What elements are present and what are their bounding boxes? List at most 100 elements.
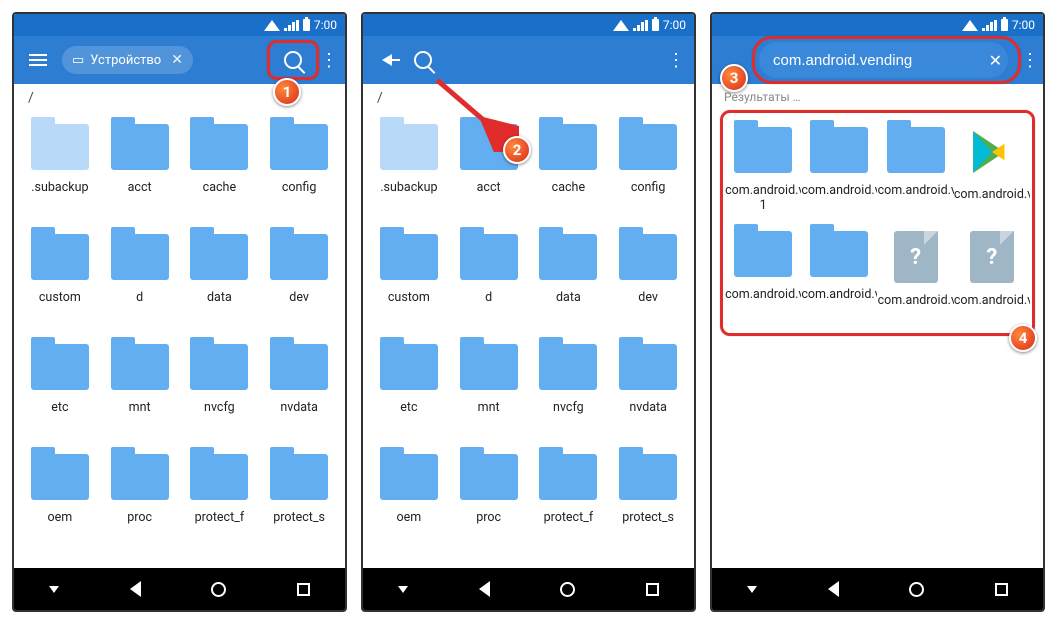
- folder-item[interactable]: mnt: [449, 336, 529, 446]
- folder-icon: [270, 454, 328, 500]
- breadcrumb[interactable]: /: [363, 84, 694, 112]
- folder-grid: .subackupacctcacheconfigcustomddatadevet…: [363, 112, 694, 568]
- folder-item[interactable]: protect_f: [529, 446, 609, 556]
- folder-icon: [887, 127, 945, 173]
- folder-item[interactable]: custom: [369, 226, 449, 336]
- folder-icon: [111, 124, 169, 170]
- folder-item[interactable]: etc: [20, 336, 100, 446]
- search-button[interactable]: [267, 40, 319, 80]
- folder-label: proc: [476, 510, 501, 525]
- folder-icon: [31, 234, 89, 280]
- folder-item[interactable]: data: [529, 226, 609, 336]
- folder-item[interactable]: nvdata: [259, 336, 339, 446]
- folder-item[interactable]: oem: [369, 446, 449, 556]
- folder-item[interactable]: protect_f: [180, 446, 260, 556]
- chip-close-icon[interactable]: ✕: [167, 52, 187, 68]
- folder-item[interactable]: d: [100, 226, 180, 336]
- folder-item[interactable]: dev: [259, 226, 339, 336]
- folder-icon: [619, 234, 677, 280]
- overflow-button[interactable]: ⋮: [664, 42, 688, 78]
- status-bar: 7:00: [14, 14, 345, 36]
- nav-back-icon[interactable]: [479, 581, 490, 597]
- nav-back-icon[interactable]: [130, 581, 141, 597]
- nav-back-icon[interactable]: [828, 581, 839, 597]
- folder-label: nvdata: [280, 400, 318, 415]
- location-chip[interactable]: ▭ Устройство ✕: [62, 46, 193, 74]
- overflow-button[interactable]: ⋮: [319, 42, 339, 78]
- folder-icon: [111, 454, 169, 500]
- folder-item[interactable]: protect_s: [608, 446, 688, 556]
- folder-item[interactable]: data: [180, 226, 260, 336]
- clear-search-icon[interactable]: ✕: [989, 51, 1002, 70]
- folder-item[interactable]: nvcfg: [529, 336, 609, 446]
- result-item[interactable]: com.android.vending: [801, 119, 877, 223]
- nav-recent-icon[interactable]: [297, 583, 310, 596]
- folder-item[interactable]: custom: [20, 226, 100, 336]
- folder-item[interactable]: etc: [369, 336, 449, 446]
- folder-icon: [734, 127, 792, 173]
- result-item[interactable]: ?com.android.vending_: [954, 223, 1030, 327]
- result-item[interactable]: com.android.vending.p: [954, 119, 1030, 223]
- folder-item[interactable]: proc: [449, 446, 529, 556]
- folder-label: protect_f: [195, 510, 245, 525]
- folder-label: etc: [400, 400, 417, 415]
- nav-recent-icon[interactable]: [646, 583, 659, 596]
- folder-icon: [460, 344, 518, 390]
- folder-item[interactable]: dev: [608, 226, 688, 336]
- search-input[interactable]: [759, 42, 1008, 78]
- nav-home-icon[interactable]: [211, 582, 226, 597]
- menu-button[interactable]: [20, 42, 56, 78]
- folder-icon: [734, 231, 792, 277]
- folder-icon: [31, 454, 89, 500]
- folder-icon: [619, 454, 677, 500]
- folder-icon: [31, 124, 89, 170]
- folder-icon: [190, 234, 248, 280]
- search-icon: [414, 51, 432, 69]
- result-item[interactable]: ?com.android.vending_: [878, 223, 954, 327]
- folder-item[interactable]: proc: [100, 446, 180, 556]
- folder-icon: [380, 454, 438, 500]
- folder-label: cache: [552, 180, 585, 195]
- folder-item[interactable]: config: [608, 116, 688, 226]
- nav-dropdown-icon[interactable]: [747, 586, 757, 593]
- nav-dropdown-icon[interactable]: [398, 586, 408, 593]
- nav-home-icon[interactable]: [560, 582, 575, 597]
- folder-label: dev: [289, 290, 309, 305]
- nav-home-icon[interactable]: [909, 582, 924, 597]
- folder-item[interactable]: oem: [20, 446, 100, 556]
- folder-label: .subackup: [31, 180, 88, 195]
- folder-item[interactable]: cache: [180, 116, 260, 226]
- back-button[interactable]: [369, 42, 405, 78]
- folder-item[interactable]: d: [449, 226, 529, 336]
- battery-icon: [1001, 19, 1008, 31]
- folder-item[interactable]: nvdata: [608, 336, 688, 446]
- folder-label: nvcfg: [553, 400, 584, 415]
- result-label: com.android.vending: [801, 183, 877, 198]
- folder-label: custom: [39, 290, 81, 305]
- unknown-file-icon: ?: [970, 231, 1014, 283]
- app-bar: ⋮: [363, 36, 694, 84]
- folder-icon: [270, 344, 328, 390]
- folder-item[interactable]: config: [259, 116, 339, 226]
- folder-item[interactable]: protect_s: [259, 446, 339, 556]
- result-item[interactable]: com.android.vending: [801, 223, 877, 327]
- folder-item[interactable]: .subackup: [20, 116, 100, 226]
- nav-recent-icon[interactable]: [995, 583, 1008, 596]
- result-item[interactable]: com.android.vending: [878, 119, 954, 223]
- folder-item[interactable]: acct: [100, 116, 180, 226]
- search-icon: [284, 51, 302, 69]
- folder-icon: [810, 127, 868, 173]
- kebab-icon: ⋮: [320, 50, 338, 71]
- folder-label: nvcfg: [204, 400, 235, 415]
- result-item[interactable]: com.android.vending: [725, 223, 801, 327]
- folder-item[interactable]: mnt: [100, 336, 180, 446]
- folder-item[interactable]: nvcfg: [180, 336, 260, 446]
- wifi-icon: [264, 20, 280, 31]
- nav-dropdown-icon[interactable]: [49, 586, 59, 593]
- overflow-button[interactable]: ⋮: [1021, 42, 1039, 78]
- result-item[interactable]: com.android.vending-1: [725, 119, 801, 223]
- unknown-file-icon: ?: [894, 231, 938, 283]
- chip-label: Устройство: [90, 53, 161, 68]
- folder-item[interactable]: cache: [529, 116, 609, 226]
- folder-icon: [270, 234, 328, 280]
